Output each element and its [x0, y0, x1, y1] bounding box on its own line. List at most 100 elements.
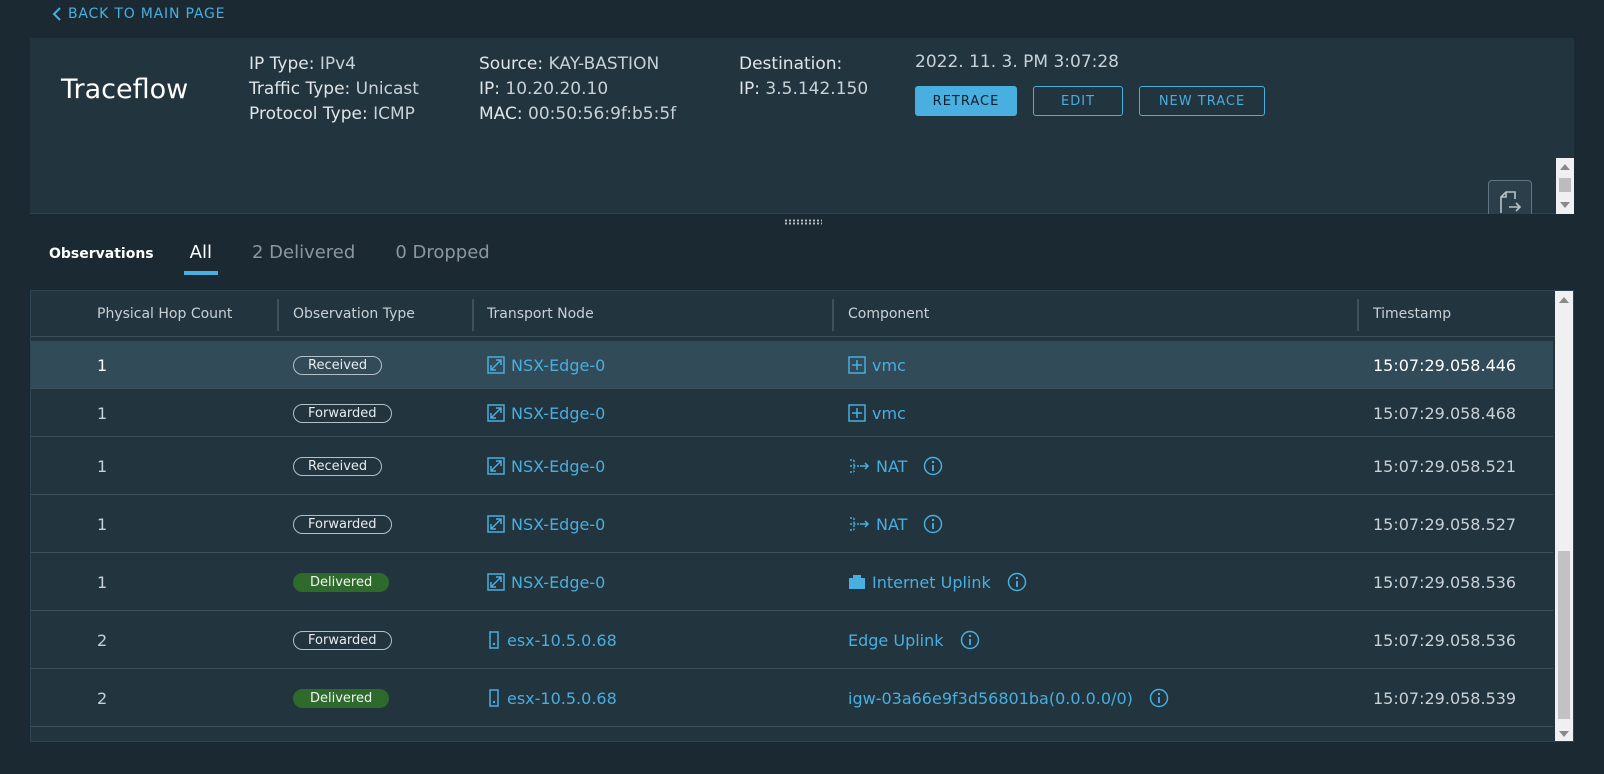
- source-value: KAY-BASTION: [548, 54, 660, 74]
- scroll-up-icon[interactable]: [1559, 297, 1569, 303]
- scroll-thumb[interactable]: [1559, 178, 1571, 192]
- column-header-observation-type[interactable]: Observation Type: [293, 306, 415, 322]
- component-link[interactable]: igw-03a66e9f3d56801ba(0.0.0.0/0): [848, 689, 1133, 708]
- scroll-thumb[interactable]: [1558, 551, 1570, 719]
- component-cell[interactable]: vmc: [848, 354, 906, 376]
- info-icon[interactable]: [923, 456, 943, 476]
- transport-node-link[interactable]: esx-10.5.0.68: [507, 689, 617, 708]
- tab-all[interactable]: All: [183, 242, 219, 275]
- edit-button[interactable]: EDIT: [1033, 86, 1123, 116]
- topology-scrollbar[interactable]: [1556, 158, 1574, 214]
- table-row[interactable]: 2 Delivered esx-10.5.0.68 igw-03a66e9f3d568…: [31, 669, 1553, 727]
- trace-timestamp: 2022. 11. 3. PM 3:07:28: [915, 52, 1119, 72]
- info-icon[interactable]: [1149, 688, 1169, 708]
- component-link[interactable]: vmc: [872, 356, 906, 375]
- timestamp-cell: 15:07:29.058.468: [1373, 402, 1516, 424]
- observation-type-cell: Delivered: [293, 571, 390, 593]
- source-mac-value: 00:50:56:9f:b5:5f: [528, 104, 677, 124]
- tab-dropped[interactable]: 0 Dropped: [395, 242, 489, 267]
- observation-type-cell: Forwarded: [293, 629, 392, 651]
- hop-count-cell: 1: [97, 455, 107, 477]
- info-icon[interactable]: [960, 630, 980, 650]
- info-icon[interactable]: [923, 514, 943, 534]
- source-mac-label: MAC:: [479, 104, 523, 124]
- column-header-transport-node[interactable]: Transport Node: [487, 306, 594, 322]
- transport-node-cell[interactable]: esx-10.5.0.68: [487, 629, 617, 651]
- timestamp-cell: 15:07:29.058.527: [1373, 513, 1516, 535]
- column-resizer[interactable]: [277, 299, 279, 331]
- component-cell[interactable]: Internet Uplink: [848, 571, 1027, 593]
- destination-label: Destination:: [739, 54, 843, 74]
- hop-count-cell: 2: [97, 687, 107, 709]
- transport-node-link[interactable]: NSX-Edge-0: [511, 515, 605, 534]
- component-link[interactable]: NAT: [876, 515, 907, 534]
- transport-node-cell[interactable]: esx-10.5.0.68: [487, 687, 617, 709]
- header-actions: RETRACE EDIT NEW TRACE: [915, 86, 1265, 116]
- traceflow-header: Traceflow IP Type: IPv4 Traffic Type: Un…: [30, 38, 1574, 158]
- ip-type-value: IPv4: [319, 54, 357, 74]
- column-header-component[interactable]: Component: [848, 306, 929, 322]
- column-resizer[interactable]: [1357, 299, 1359, 331]
- component-cell[interactable]: igw-03a66e9f3d56801ba(0.0.0.0/0): [848, 687, 1169, 709]
- hop-count-cell: 1: [97, 571, 107, 593]
- traffic-type-value: Unicast: [355, 79, 419, 99]
- transport-node-link[interactable]: esx-10.5.0.68: [507, 631, 617, 650]
- scroll-down-icon[interactable]: [1560, 202, 1570, 208]
- row-timestamp: 15:07:29.058.539: [1373, 688, 1517, 708]
- timestamp-cell: 15:07:29.058.536: [1373, 571, 1516, 593]
- info-icon[interactable]: [1007, 572, 1027, 592]
- transport-node-cell[interactable]: NSX-Edge-0: [487, 354, 605, 376]
- chevron-left-icon: [52, 7, 61, 21]
- resize-grip-handle[interactable]: [784, 219, 822, 225]
- row-timestamp: 15:07:29.058.536: [1373, 572, 1517, 592]
- export-button[interactable]: [1488, 180, 1532, 214]
- hop-count-cell: 1: [97, 354, 107, 376]
- uplink-icon: [848, 574, 866, 590]
- component-cell[interactable]: Edge Uplink: [848, 629, 980, 651]
- grid-scrollbar[interactable]: [1555, 291, 1573, 741]
- column-resizer[interactable]: [472, 299, 474, 331]
- column-resizer[interactable]: [832, 299, 834, 331]
- export-icon: [1500, 191, 1522, 213]
- row-timestamp: 15:07:29.058.446: [1373, 355, 1517, 375]
- component-link[interactable]: Internet Uplink: [872, 573, 991, 592]
- scroll-up-icon[interactable]: [1560, 164, 1570, 170]
- table-row[interactable]: 1 Forwarded NSX-Edge-0 vmc 15:07:29.058.468: [31, 389, 1553, 437]
- back-to-main-link[interactable]: BACK TO MAIN PAGE: [52, 6, 225, 22]
- retrace-button[interactable]: RETRACE: [915, 86, 1017, 116]
- transport-node-link[interactable]: NSX-Edge-0: [511, 356, 605, 375]
- traffic-type-label: Traffic Type:: [249, 79, 351, 99]
- component-link[interactable]: NAT: [876, 457, 907, 476]
- transport-node-link[interactable]: NSX-Edge-0: [511, 573, 605, 592]
- transport-node-cell[interactable]: NSX-Edge-0: [487, 455, 605, 477]
- transport-node-cell[interactable]: NSX-Edge-0: [487, 571, 605, 593]
- tab-delivered[interactable]: 2 Delivered: [252, 242, 355, 267]
- component-link[interactable]: Edge Uplink: [848, 631, 944, 650]
- column-header-timestamp[interactable]: Timestamp: [1373, 306, 1451, 322]
- protocol-type-value: ICMP: [373, 104, 415, 124]
- component-link[interactable]: vmc: [872, 404, 906, 423]
- hop-count-cell: 1: [97, 402, 107, 424]
- hop-count: 2: [97, 630, 108, 650]
- forwarded-badge: Forwarded: [293, 630, 392, 650]
- hop-count: 1: [97, 403, 108, 423]
- table-row[interactable]: 1 Received NSX-Edge-0 NAT 15:07:29.058.521: [31, 437, 1553, 495]
- transport-node-cell[interactable]: NSX-Edge-0: [487, 402, 605, 424]
- transport-node-link[interactable]: NSX-Edge-0: [511, 404, 605, 423]
- new-trace-button[interactable]: NEW TRACE: [1139, 86, 1265, 116]
- transport-node-cell[interactable]: NSX-Edge-0: [487, 513, 605, 535]
- router-icon: [848, 356, 866, 374]
- component-cell[interactable]: NAT: [848, 455, 943, 477]
- transport-node-link[interactable]: NSX-Edge-0: [511, 457, 605, 476]
- table-row[interactable]: 1 Delivered NSX-Edge-0 Internet Uplink 15:07…: [31, 553, 1553, 611]
- host-icon: [487, 631, 501, 649]
- component-cell[interactable]: vmc: [848, 402, 906, 424]
- table-row[interactable]: 2 Forwarded esx-10.5.0.68 Edge Uplink 15:07:…: [31, 611, 1553, 669]
- edge-icon: [487, 404, 505, 422]
- table-row[interactable]: 1 Forwarded NSX-Edge-0 NAT 15:07:29.058.527: [31, 495, 1553, 553]
- forwarded-badge: Forwarded: [293, 514, 392, 534]
- table-row[interactable]: 1 Received NSX-Edge-0 vmc 15:07:29.058.446: [31, 341, 1553, 389]
- component-cell[interactable]: NAT: [848, 513, 943, 535]
- column-header-hop-count[interactable]: Physical Hop Count: [97, 306, 232, 322]
- scroll-down-icon[interactable]: [1559, 731, 1569, 737]
